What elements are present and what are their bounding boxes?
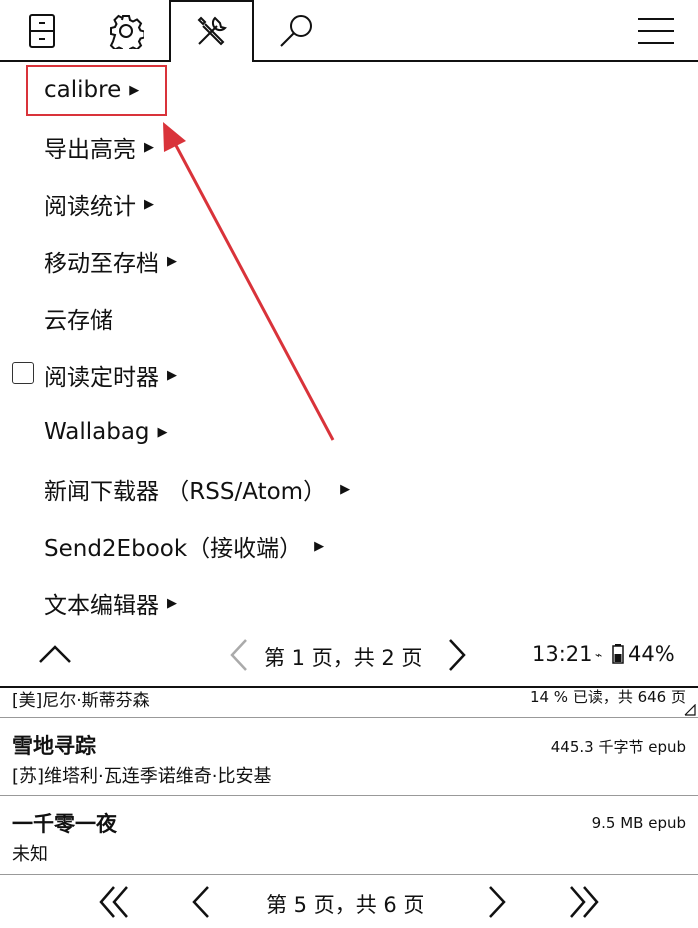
- partial-book-progress: 14 % 已读，共 646 页: [529, 688, 686, 706]
- file-browser-button[interactable]: [0, 0, 84, 62]
- submenu-arrow-icon: ▶: [167, 595, 177, 611]
- search-button[interactable]: [254, 0, 338, 62]
- book-title: 一千零一夜: [12, 812, 117, 836]
- frontlight-icon: ⌁: [595, 648, 603, 662]
- menu-item-label: Wallabag: [44, 419, 150, 445]
- chevron-left-icon: [190, 885, 212, 919]
- menu-item-wallabag[interactable]: Wallabag ▶: [44, 412, 168, 452]
- page-indicator: 第 5 页，共 6 页: [266, 893, 425, 917]
- prev-page-button[interactable]: [190, 885, 212, 919]
- submenu-arrow-icon: ▶: [144, 139, 154, 155]
- menu-item-export-highlights[interactable]: 导出高亮 ▶: [44, 127, 154, 167]
- reading-timer-checkbox[interactable]: [12, 362, 34, 384]
- chevron-left-icon: [228, 638, 250, 672]
- submenu-arrow-icon: ▶: [144, 196, 154, 212]
- battery-icon: [612, 644, 624, 664]
- book-meta: 445.3 千字节 epub: [550, 738, 686, 756]
- menu-item-cloud-storage[interactable]: 云存储: [44, 298, 113, 338]
- submenu-arrow-icon: ▶: [340, 481, 351, 497]
- menu-prev-page-button[interactable]: [228, 638, 250, 672]
- submenu-arrow-icon: ▶: [167, 253, 177, 269]
- menu-item-text-editor[interactable]: 文本编辑器 ▶: [44, 583, 177, 623]
- library-pagination: 第 5 页，共 6 页: [0, 876, 698, 928]
- book-meta: 9.5 MB epub: [591, 814, 686, 832]
- first-page-button[interactable]: [98, 885, 130, 919]
- tools-tab[interactable]: [171, 0, 252, 62]
- settings-button[interactable]: [84, 0, 168, 62]
- menu-item-reading-stats[interactable]: 阅读统计 ▶: [44, 184, 154, 224]
- submenu-arrow-icon: ▶: [167, 367, 177, 383]
- book-author: 未知: [12, 844, 48, 865]
- dogear-icon: [684, 704, 696, 716]
- submenu-arrow-icon: ▶: [314, 538, 325, 554]
- next-page-button[interactable]: [486, 885, 508, 919]
- search-icon: [277, 12, 315, 50]
- double-chevron-right-icon: [568, 885, 600, 919]
- main-menu-button[interactable]: [614, 0, 698, 62]
- book-row[interactable]: 雪地寻踪 445.3 千字节 epub [苏]维塔利·瓦连季诺维奇·比安基: [0, 718, 698, 795]
- clock: 13:21: [532, 642, 593, 666]
- menu-item-move-to-archive[interactable]: 移动至存档 ▶: [44, 241, 177, 281]
- last-page-button[interactable]: [568, 885, 600, 919]
- settings-gear-icon: [108, 13, 144, 49]
- menu-item-label: Send2Ebook（接收端）: [44, 536, 303, 562]
- hamburger-menu-icon: [636, 16, 676, 46]
- tools-menu: calibre ▶ 导出高亮 ▶ 阅读统计 ▶ 移动至存档 ▶ 云存储 阅读定时器 ▶ W…: [0, 62, 698, 684]
- top-toolbar: [0, 0, 698, 62]
- book-row[interactable]: 一千零一夜 9.5 MB epub 未知: [0, 796, 698, 874]
- collapse-menu-button[interactable]: [38, 642, 72, 664]
- partial-book-author: [美]尼尔·斯蒂芬森: [12, 691, 150, 711]
- double-chevron-left-icon: [98, 885, 130, 919]
- menu-item-send2ebook[interactable]: Send2Ebook（接收端） ▶: [44, 526, 324, 566]
- menu-item-label: 云存储: [44, 308, 113, 334]
- book-author: [苏]维塔利·瓦连季诺维奇·比安基: [12, 766, 272, 787]
- menu-item-label: 文本编辑器: [44, 593, 159, 619]
- file-browser-icon: [28, 13, 56, 49]
- menu-item-label: 阅读统计: [44, 194, 136, 220]
- chevron-right-icon: [446, 638, 468, 672]
- list-separator: [0, 874, 698, 875]
- menu-item-news-downloader[interactable]: 新闻下载器 （RSS/Atom） ▶: [44, 469, 350, 509]
- menu-item-label: 移动至存档: [44, 251, 159, 277]
- menu-page-indicator: 第 1 页，共 2 页: [264, 646, 423, 670]
- menu-item-label: 阅读定时器: [44, 365, 159, 391]
- highlight-box: [26, 65, 167, 116]
- menu-next-page-button[interactable]: [446, 638, 468, 672]
- menu-item-reading-timer[interactable]: 阅读定时器 ▶: [44, 355, 177, 395]
- submenu-arrow-icon: ▶: [157, 424, 168, 440]
- tools-icon: [193, 12, 231, 50]
- chevron-right-icon: [486, 885, 508, 919]
- menu-footer: 第 1 页，共 2 页 13:21 ⌁ 44%: [0, 624, 698, 686]
- battery-percent: 44%: [628, 642, 675, 666]
- menu-item-label: 导出高亮: [44, 137, 136, 163]
- book-title: 雪地寻踪: [12, 734, 96, 758]
- menu-item-label: 新闻下载器 （RSS/Atom）: [44, 479, 327, 505]
- chevron-up-icon: [38, 642, 72, 664]
